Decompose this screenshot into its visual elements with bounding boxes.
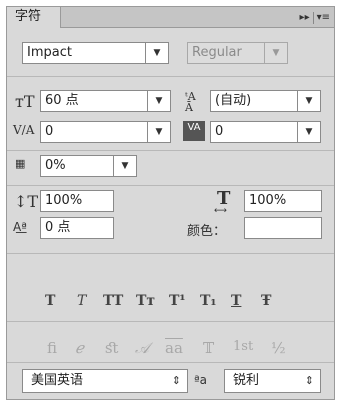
tracking-dropdown[interactable]: ▼ [297,121,321,143]
divider [7,76,334,77]
kerning-field[interactable]: 0 [40,121,148,143]
faux-bold-button[interactable]: T [45,293,55,309]
font-style-value: Regular [192,45,242,60]
ligatures-button[interactable]: ﬁ [47,339,57,357]
baseline-shift-field[interactable]: 0 点 [40,217,114,239]
collapse-icon[interactable]: ▸▸ [300,12,310,23]
antialias-icon: ªa [194,373,208,387]
font-style-dropdown[interactable]: ▼ [264,42,288,64]
all-caps-button[interactable]: TT [103,293,123,309]
character-panel: 字符 ▸▸ ▾≡ Impact ▼ Regular ▼ ᴛT 60 点 ▼ ᵗA… [6,6,335,400]
antialias-select[interactable]: 锐利 ⇕ [224,369,321,393]
kerning-icon: V/A [13,123,35,137]
baseline-shift-icon: A͟ª [13,220,27,234]
old-style-button[interactable]: ℯ [75,339,84,357]
tsume-field[interactable]: 0% [40,155,114,177]
tracking-icon: VA [183,121,205,141]
font-size-field[interactable]: 60 点 [40,90,148,112]
ordinals-button[interactable]: 1st [233,339,253,354]
panel-titlebar: 字符 ▸▸ ▾≡ [7,7,334,28]
updown-icon: ⇕ [304,374,314,387]
underline-button[interactable]: T [231,293,241,309]
subscript-button[interactable]: T₁ [200,293,217,309]
language-select[interactable]: 美国英语 ⇕ [22,369,188,393]
tsume-dropdown[interactable]: ▼ [113,155,137,177]
leading-dropdown[interactable]: ▼ [297,90,321,112]
tsume-value: 0% [45,158,66,173]
font-family-field[interactable]: Impact [22,42,146,64]
updown-icon: ⇕ [171,374,181,387]
stylistic-alternates-button[interactable]: aa [165,339,183,357]
tracking-value: 0 [215,124,224,139]
language-value: 美国英语 [31,373,84,388]
divider [7,185,334,186]
titlebar-divider [312,11,314,24]
antialias-value: 锐利 [233,373,260,388]
font-size-dropdown[interactable]: ▼ [147,90,171,112]
discretionary-ligatures-button[interactable]: ﬆ [105,339,119,357]
horizontal-scale-value: 100% [249,193,287,208]
small-caps-button[interactable]: Tт [136,293,155,309]
tsume-icon: ▦ [15,157,26,170]
tab-label: 字符 [15,9,42,24]
divider [7,253,334,254]
divider [7,321,334,322]
horizontal-scale-arrow-icon: ⟷ [214,206,227,216]
titling-alternates-button[interactable]: 𝕋 [203,339,214,357]
titlebar-controls: ▸▸ ▾≡ [300,9,330,26]
font-style-field[interactable]: Regular [187,42,265,64]
leading-value: (自动) [215,93,252,108]
vertical-scale-value: 100% [45,193,83,208]
kerning-dropdown[interactable]: ▼ [147,121,171,143]
horizontal-scale-field[interactable]: 100% [244,190,322,212]
vertical-scale-field[interactable]: 100% [40,190,114,212]
tracking-field[interactable]: 0 [210,121,298,143]
swash-button[interactable]: 𝒜 [135,339,149,357]
tab-character[interactable]: 字符 [7,7,61,28]
font-family-dropdown[interactable]: ▼ [145,42,169,64]
kerning-value: 0 [45,124,54,139]
color-swatch[interactable] [244,217,322,239]
font-family-value: Impact [27,45,72,60]
leading-field[interactable]: (自动) [210,90,298,112]
font-size-icon: ᴛT [15,92,35,111]
leading-icon: ᵗA Ā [185,90,196,114]
faux-italic-button[interactable]: T [77,293,86,309]
fractions-button[interactable]: ½ [271,339,286,357]
color-label: 颜色： [187,224,227,239]
divider [7,362,334,363]
divider [7,150,334,151]
font-size-value: 60 点 [45,93,79,108]
vertical-scale-icon: ↕T [14,192,39,211]
panel-menu-icon[interactable]: ▾≡ [317,12,330,23]
baseline-shift-value: 0 点 [45,220,71,235]
strikethrough-button[interactable]: Ŧ [261,293,271,309]
superscript-button[interactable]: T¹ [169,293,186,309]
